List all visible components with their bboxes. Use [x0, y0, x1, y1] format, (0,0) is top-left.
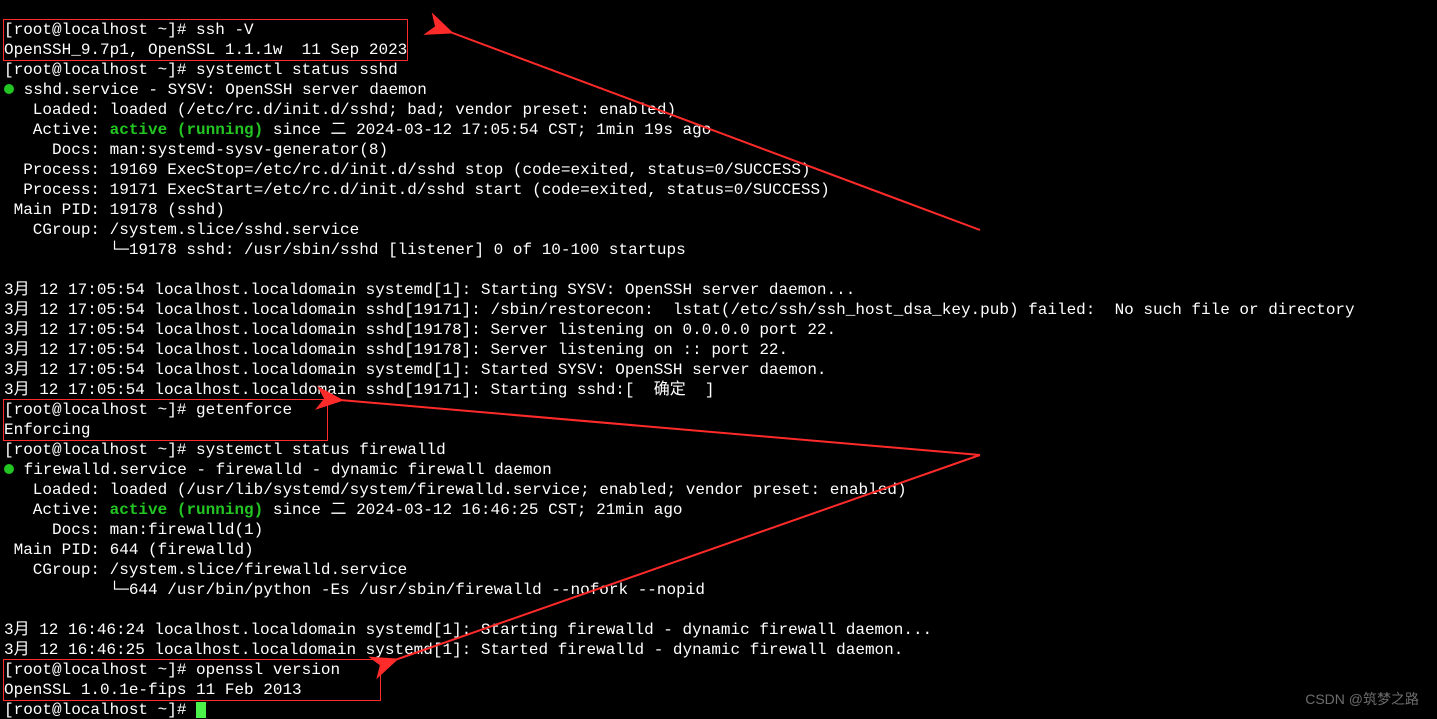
shell-prompt: [root@localhost ~]#: [4, 701, 196, 719]
firewalld-loaded: Loaded: loaded (/usr/lib/systemd/system/…: [4, 481, 907, 499]
output-getenforce: Enforcing: [4, 421, 90, 439]
sshd-cgroup-proc: └─19178 sshd: /usr/sbin/sshd [listener] …: [4, 241, 686, 259]
highlight-box-openssl-version: [root@localhost ~]# openssl version Open…: [3, 659, 381, 701]
command-systemctl-status-sshd: systemctl status sshd: [196, 61, 398, 79]
command-ssh-v: ssh -V: [196, 21, 254, 39]
firewalld-service-title: firewalld.service - firewalld - dynamic …: [14, 461, 552, 479]
firewalld-active-suffix: since 二 2024-03-12 16:46:25 CST; 21min a…: [263, 501, 682, 519]
firewalld-log-line: 3月 12 16:46:24 localhost.localdomain sys…: [4, 621, 932, 639]
sshd-log-line: 3月 12 17:05:54 localhost.localdomain ssh…: [4, 301, 1355, 319]
shell-prompt: [root@localhost ~]#: [4, 61, 196, 79]
firewalld-cgroup: CGroup: /system.slice/firewalld.service: [4, 561, 407, 579]
sshd-active-state: active (running): [110, 121, 264, 139]
shell-prompt: [root@localhost ~]#: [4, 21, 196, 39]
sshd-loaded: Loaded: loaded (/etc/rc.d/init.d/sshd; b…: [4, 101, 676, 119]
sshd-main-pid: Main PID: 19178 (sshd): [4, 201, 225, 219]
output-openssl-version: OpenSSL 1.0.1e-fips 11 Feb 2013: [4, 681, 302, 699]
sshd-active-prefix: Active:: [4, 121, 110, 139]
sshd-log-line: 3月 12 17:05:54 localhost.localdomain ssh…: [4, 341, 788, 359]
sshd-service-title: sshd.service - SYSV: OpenSSH server daem…: [14, 81, 427, 99]
sshd-log-line: 3月 12 17:05:54 localhost.localdomain sys…: [4, 281, 855, 299]
sshd-log-line: 3月 12 17:05:54 localhost.localdomain sys…: [4, 361, 827, 379]
firewalld-active-state: active (running): [110, 501, 264, 519]
firewalld-cgroup-proc: └─644 /usr/bin/python -Es /usr/sbin/fire…: [4, 581, 705, 599]
watermark: CSDN @筑梦之路: [1305, 689, 1419, 709]
status-active-dot-icon: [4, 464, 14, 474]
terminal-output[interactable]: [root@localhost ~]# ssh -V OpenSSH_9.7p1…: [0, 0, 1437, 719]
highlight-box-getenforce: [root@localhost ~]# getenforce Enforcing: [3, 399, 328, 441]
sshd-docs: Docs: man:systemd-sysv-generator(8): [4, 141, 388, 159]
command-systemctl-status-firewalld: systemctl status firewalld: [196, 441, 446, 459]
command-openssl-version: openssl version: [196, 661, 340, 679]
sshd-process-1: Process: 19169 ExecStop=/etc/rc.d/init.d…: [4, 161, 811, 179]
shell-prompt: [root@localhost ~]#: [4, 441, 196, 459]
sshd-process-2: Process: 19171 ExecStart=/etc/rc.d/init.…: [4, 181, 830, 199]
firewalld-active-prefix: Active:: [4, 501, 110, 519]
highlight-box-ssh-version: [root@localhost ~]# ssh -V OpenSSH_9.7p1…: [3, 19, 408, 61]
sshd-log-line: 3月 12 17:05:54 localhost.localdomain ssh…: [4, 381, 715, 399]
output-ssh-version: OpenSSH_9.7p1, OpenSSL 1.1.1w 11 Sep 202…: [4, 41, 407, 59]
sshd-active-suffix: since 二 2024-03-12 17:05:54 CST; 1min 19…: [263, 121, 711, 139]
shell-prompt: [root@localhost ~]#: [4, 661, 196, 679]
firewalld-main-pid: Main PID: 644 (firewalld): [4, 541, 254, 559]
shell-prompt: [root@localhost ~]#: [4, 401, 196, 419]
cursor-icon: [196, 702, 206, 718]
command-getenforce: getenforce: [196, 401, 292, 419]
firewalld-log-line: 3月 12 16:46:25 localhost.localdomain sys…: [4, 641, 903, 659]
firewalld-docs: Docs: man:firewalld(1): [4, 521, 263, 539]
status-active-dot-icon: [4, 84, 14, 94]
sshd-cgroup: CGroup: /system.slice/sshd.service: [4, 221, 359, 239]
sshd-log-line: 3月 12 17:05:54 localhost.localdomain ssh…: [4, 321, 836, 339]
